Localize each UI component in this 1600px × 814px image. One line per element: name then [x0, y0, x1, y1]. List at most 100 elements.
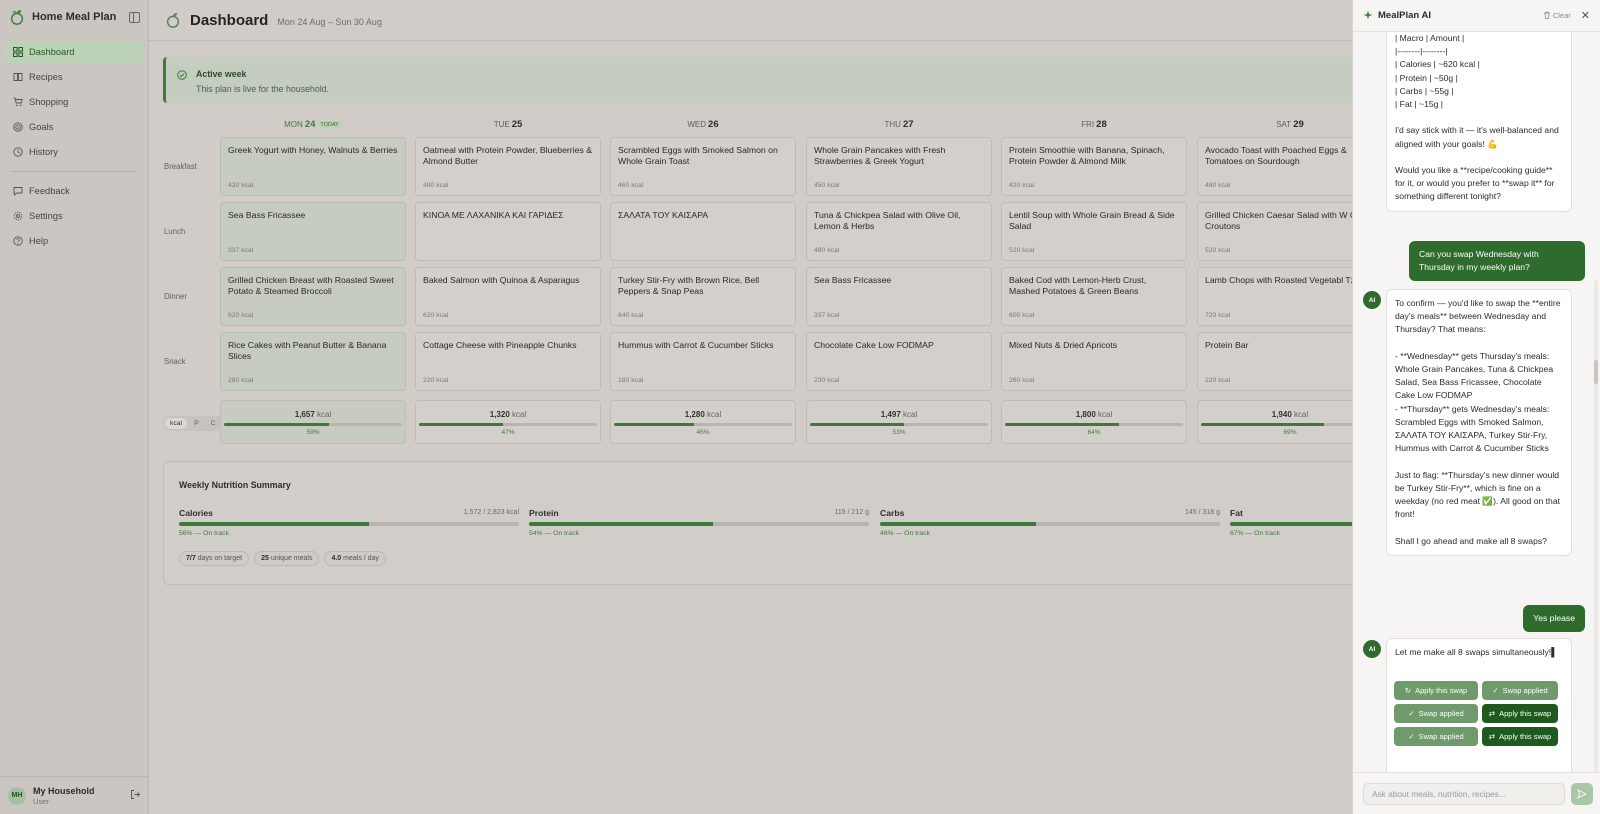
banner-subtitle: This plan is live for the household.	[196, 84, 330, 94]
meal-card[interactable]: Sea Bass Fricassee 337 kcal	[220, 202, 406, 261]
sidebar-item-goals[interactable]: Goals	[5, 116, 143, 138]
swap-button-label: Apply this swap	[1415, 686, 1468, 695]
day-total: 1,657 kcal 59%	[220, 400, 406, 444]
day-number: 28	[1096, 119, 1107, 130]
total-kcal: 1,320 kcal	[489, 410, 527, 419]
meal-card[interactable]: Hummus with Carrot & Cucumber Sticks 180 …	[610, 332, 796, 391]
total-kcal: 1,657 kcal	[294, 410, 332, 419]
metric-carbs[interactable]: C	[206, 418, 221, 429]
chat-scrollbar-track[interactable]	[1594, 280, 1598, 780]
meal-name: Lentil Soup with Whole Grain Bread & Sid…	[1009, 210, 1175, 231]
sidebar-item-label: Help	[29, 236, 49, 246]
check-icon: ✓	[1408, 709, 1415, 718]
meal-kcal: 337 kcal	[228, 247, 254, 254]
close-icon[interactable]: ✕	[1581, 9, 1590, 22]
meal-card[interactable]: Chocolate Cake Low FODMAP 230 kcal	[806, 332, 992, 391]
metric-protein[interactable]: P	[189, 418, 204, 429]
day-name: MON	[284, 120, 303, 129]
sidebar-item-settings[interactable]: Settings	[5, 205, 143, 227]
sidebar-item-help[interactable]: Help	[5, 230, 143, 252]
meal-kcal: 480 kcal	[814, 247, 840, 254]
meal-kcal: 230 kcal	[814, 377, 840, 384]
sidebar-toggle-icon[interactable]	[129, 11, 140, 23]
check-icon: ✓	[1408, 732, 1415, 741]
sidebar-item-feedback[interactable]: Feedback	[5, 180, 143, 202]
meal-card[interactable]: Protein Smoothie with Banana, Spinach, P…	[1001, 137, 1187, 196]
sidebar-item-shopping[interactable]: Shopping	[5, 91, 143, 113]
logout-icon[interactable]	[130, 787, 141, 805]
nav-divider	[11, 171, 137, 172]
chat-input[interactable]	[1363, 783, 1565, 805]
book-icon	[12, 72, 23, 83]
meal-card[interactable]: Scrambled Eggs with Smoked Salmon on Who…	[610, 137, 796, 196]
swap-applied-button[interactable]: ✓ Swap applied	[1394, 704, 1478, 723]
clear-label: Clear	[1552, 11, 1571, 20]
meal-name: Sea Bass Fricassee	[814, 275, 892, 285]
user-profile[interactable]: MH My Household User	[0, 776, 149, 814]
sidebar-item-dashboard[interactable]: Dashboard	[5, 41, 143, 63]
nutrient-value: 145 / 318 g	[1184, 509, 1220, 516]
day-header-thu: THU 27	[806, 119, 992, 130]
page-title: Dashboard	[190, 11, 269, 29]
topbar: Dashboard Mon 24 Aug – Sun 30 Aug	[149, 0, 1352, 41]
total-percent: 47%	[501, 429, 515, 436]
send-button[interactable]	[1571, 783, 1593, 805]
day-header-mon: MON 24 TODAY	[220, 119, 406, 130]
swap-applied-button[interactable]: ✓ Swap applied	[1482, 681, 1558, 700]
meal-card[interactable]: Rice Cakes with Peanut Butter & Banana S…	[220, 332, 406, 391]
meal-card[interactable]: Tuna & Chickpea Salad with Olive Oil, Le…	[806, 202, 992, 261]
nutrient-carbs: Carbs 145 / 318 g 46% — On track	[880, 508, 1220, 537]
meal-name: Oatmeal with Protein Powder, Blueberries…	[423, 145, 593, 166]
row-label-snack: Snack	[164, 357, 186, 366]
clock-icon	[12, 147, 23, 158]
total-progress-bar	[614, 423, 792, 426]
meal-card[interactable]: Cottage Cheese with Pineapple Chunks 220 …	[415, 332, 601, 391]
swap-button-label: Swap applied	[1502, 686, 1548, 695]
sidebar-item-label: Shopping	[29, 97, 69, 107]
meal-card[interactable]: Greek Yogurt with Honey, Walnuts & Berri…	[220, 137, 406, 196]
sidebar-item-history[interactable]: History	[5, 141, 143, 163]
meal-card[interactable]: Baked Cod with Lemon-Herb Crust, Mashed …	[1001, 267, 1187, 326]
total-progress-fill	[810, 423, 905, 426]
weekly-nutrition-summary: Weekly Nutrition Summary Calories 1,572 /…	[163, 461, 1570, 585]
meal-kcal: 337 kcal	[814, 312, 840, 319]
meal-card[interactable]: Mixed Nuts & Dried Apricots 260 kcal	[1001, 332, 1187, 391]
nutrient-status: 54% — On track	[529, 530, 579, 537]
clear-chat-button[interactable]: Clear	[1543, 11, 1571, 21]
meal-kcal: 420 kcal	[228, 182, 254, 189]
chat-scrollbar-thumb[interactable]	[1594, 360, 1598, 384]
chat-title: MealPlan AI	[1378, 10, 1431, 21]
day-header-tue: TUE 25	[415, 119, 601, 130]
apply-swap-button[interactable]: ⇄ Apply this swap	[1482, 727, 1558, 746]
user-role: User	[33, 796, 49, 806]
meal-card[interactable]: Lentil Soup with Whole Grain Bread & Sid…	[1001, 202, 1187, 261]
total-percent: 59%	[306, 429, 320, 436]
apply-swap-button[interactable]: ↻ Apply this swap	[1394, 681, 1478, 700]
day-total: 1,280 kcal 45%	[610, 400, 796, 444]
meal-name: Turkey Stir-Fry with Brown Rice, Bell Pe…	[618, 275, 760, 296]
meal-card[interactable]: Sea Bass Fricassee 337 kcal	[806, 267, 992, 326]
meal-card[interactable]: Oatmeal with Protein Powder, Blueberries…	[415, 137, 601, 196]
meal-name: Greek Yogurt with Honey, Walnuts & Berri…	[228, 145, 398, 155]
swap-button-label: Apply this swap	[1499, 732, 1552, 741]
summary-chips: 7/7 days on target 25 unique meals 4.0 m…	[179, 551, 386, 566]
meal-card[interactable]: Whole Grain Pancakes with Fresh Strawber…	[806, 137, 992, 196]
leaf-logo-icon	[10, 10, 24, 25]
nutrient-progress-fill	[529, 522, 713, 526]
apply-swap-button[interactable]: ⇄ Apply this swap	[1482, 704, 1558, 723]
meal-card[interactable]: Turkey Stir-Fry with Brown Rice, Bell Pe…	[610, 267, 796, 326]
meal-card[interactable]: ΣΑΛΑΤΑ ΤΟΥ ΚΑΙΣΑΡΑ	[610, 202, 796, 261]
swap-icon: ⇄	[1488, 709, 1496, 718]
ai-message: | Macro | Amount | |--------|--------| |…	[1386, 32, 1572, 212]
meal-name: Scrambled Eggs with Smoked Salmon on Who…	[618, 145, 778, 166]
swap-applied-button[interactable]: ✓ Swap applied	[1394, 727, 1478, 746]
meal-card[interactable]: ΚΙΝΟΑ ΜΕ ΛΑΧΑΝΙΚΑ ΚΑΙ ΓΑΡΙΔΕΣ	[415, 202, 601, 261]
metric-kcal[interactable]: kcal	[165, 418, 188, 429]
meal-card[interactable]: Grilled Chicken Breast with Roasted Swee…	[220, 267, 406, 326]
meal-card[interactable]: Baked Salmon with Quinoa & Asparagus 620 …	[415, 267, 601, 326]
sidebar-item-recipes[interactable]: Recipes	[5, 66, 143, 88]
day-name: SAT	[1276, 120, 1292, 129]
active-week-banner: Active week This plan is live for the ho…	[163, 57, 1363, 103]
total-progress-bar	[810, 423, 988, 426]
nutrient-protein: Protein 115 / 212 g 54% — On track	[529, 508, 869, 537]
